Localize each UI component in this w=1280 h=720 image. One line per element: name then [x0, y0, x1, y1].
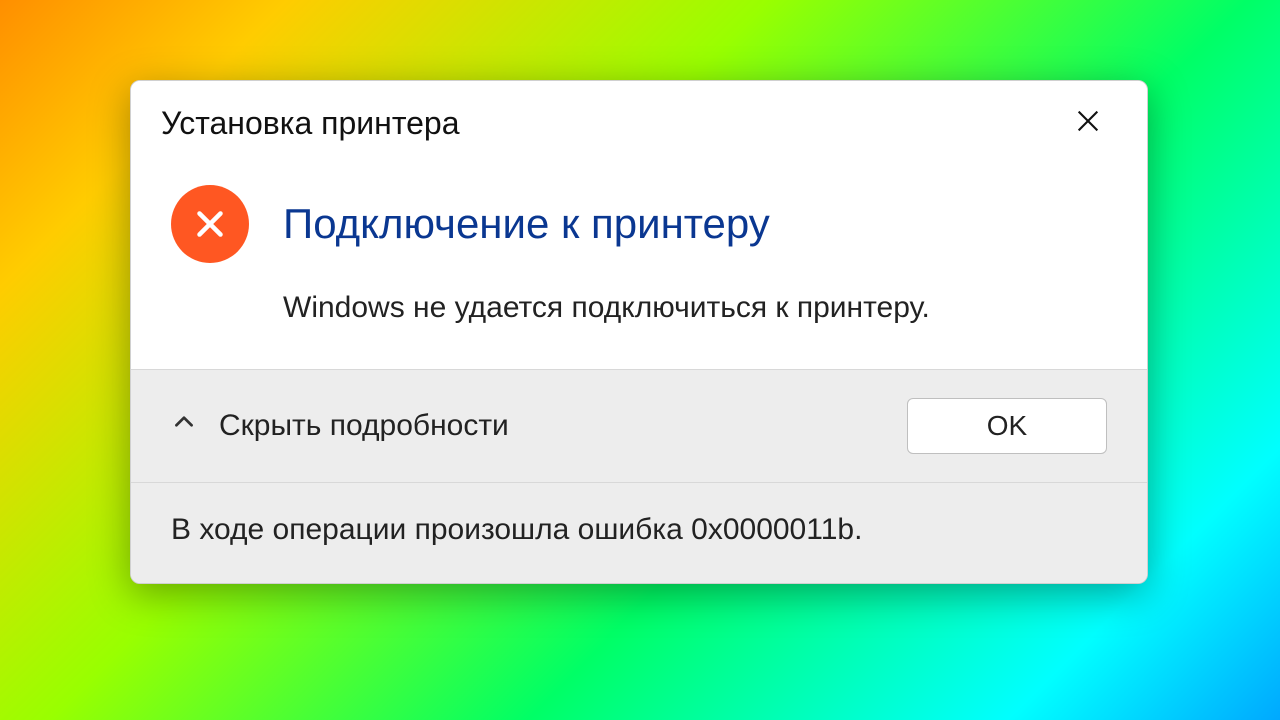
- dialog-heading: Подключение к принтеру: [283, 200, 770, 248]
- ok-button[interactable]: OK: [907, 398, 1107, 454]
- details-toggle[interactable]: Скрыть подробности: [171, 409, 509, 443]
- details-text: В ходе операции произошла ошибка 0x00000…: [171, 513, 862, 546]
- ok-button-label: OK: [987, 410, 1027, 442]
- details-toggle-label: Скрыть подробности: [219, 409, 509, 443]
- heading-row: Подключение к принтеру: [171, 185, 1107, 263]
- close-icon: [1074, 107, 1102, 140]
- dialog-content: Подключение к принтеру Windows не удаетс…: [131, 157, 1147, 369]
- printer-install-dialog: Установка принтера Подключение к принтер…: [130, 80, 1148, 584]
- details-panel: В ходе операции произошла ошибка 0x00000…: [131, 482, 1147, 583]
- dialog-titlebar: Установка принтера: [131, 81, 1147, 157]
- error-icon: [171, 185, 249, 263]
- close-button[interactable]: [1059, 99, 1117, 147]
- chevron-up-icon: [171, 409, 197, 443]
- dialog-footer: Скрыть подробности OK: [131, 369, 1147, 482]
- dialog-title: Установка принтера: [161, 105, 460, 142]
- dialog-message: Windows не удается подключиться к принте…: [171, 291, 1107, 325]
